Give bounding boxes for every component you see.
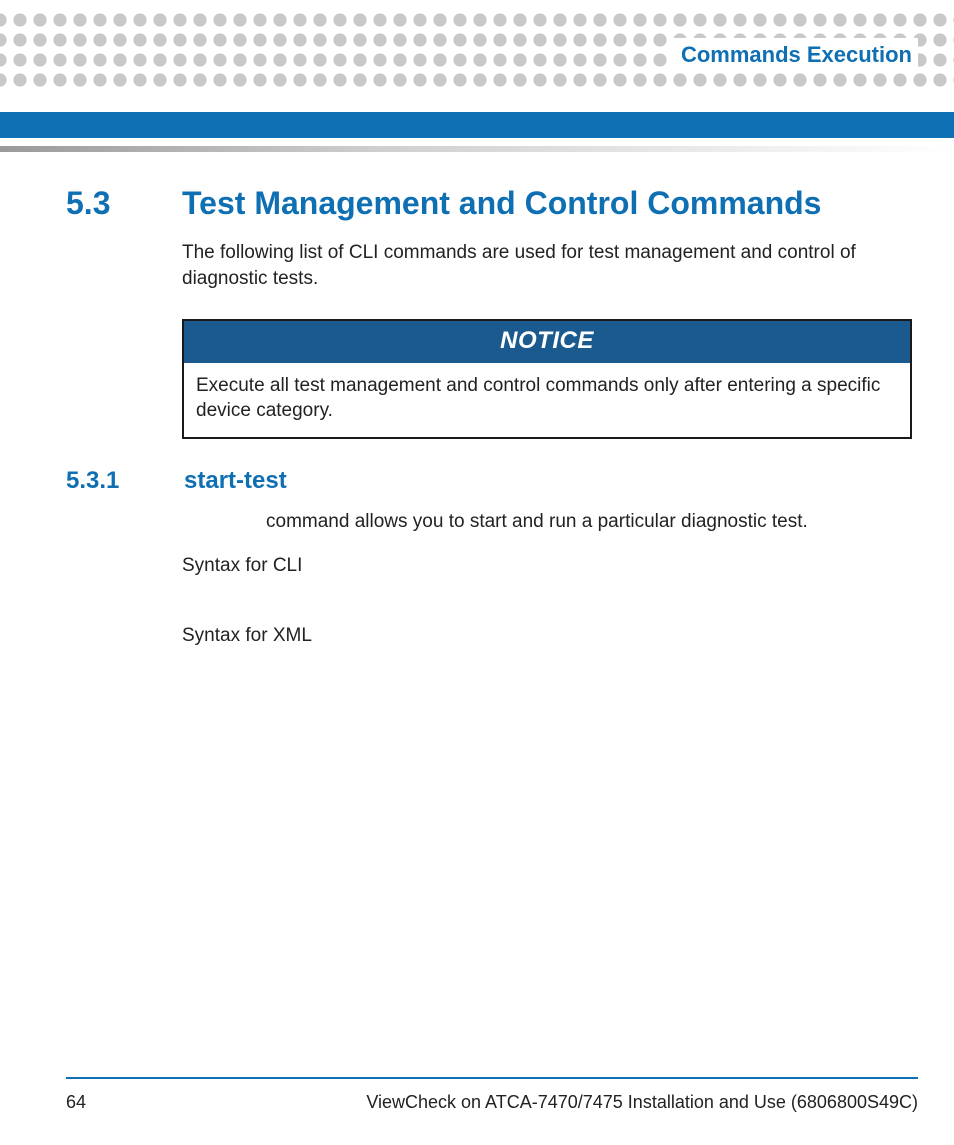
syntax-xml-label: Syntax for XML [182,625,912,647]
page-number: 64 [66,1092,86,1113]
header-gradient-rule [0,146,954,152]
section-body: The following list of CLI commands are u… [182,240,912,439]
footer-doc-title: ViewCheck on ATCA-7470/7475 Installation… [366,1092,918,1113]
header-blue-bar [0,112,954,138]
subsection-heading: 5.3.1 start-test [66,467,912,495]
footer: 64 ViewCheck on ATCA-7470/7475 Installat… [66,1092,918,1113]
section-heading: 5.3 Test Management and Control Commands [66,185,912,222]
page: Commands Execution 5.3 Test Management a… [0,0,954,1145]
notice-body-text: Execute all test management and control … [184,363,910,437]
syntax-cli-label: Syntax for CLI [182,555,912,577]
section-title: Test Management and Control Commands [182,185,821,222]
subsection-body: command allows you to start and run a pa… [182,511,912,647]
notice-box: NOTICE Execute all test management and c… [182,319,912,439]
subsection-description: command allows you to start and run a pa… [266,511,912,533]
subsection-number: 5.3.1 [66,467,144,495]
subsection-title: start-test [184,467,287,495]
content-area: 5.3 Test Management and Control Commands… [66,185,912,695]
notice-header: NOTICE [184,321,910,363]
running-header-title: Commands Execution [671,38,918,72]
section-intro-paragraph: The following list of CLI commands are u… [182,240,912,291]
section-number: 5.3 [66,185,134,222]
footer-rule [66,1077,918,1079]
